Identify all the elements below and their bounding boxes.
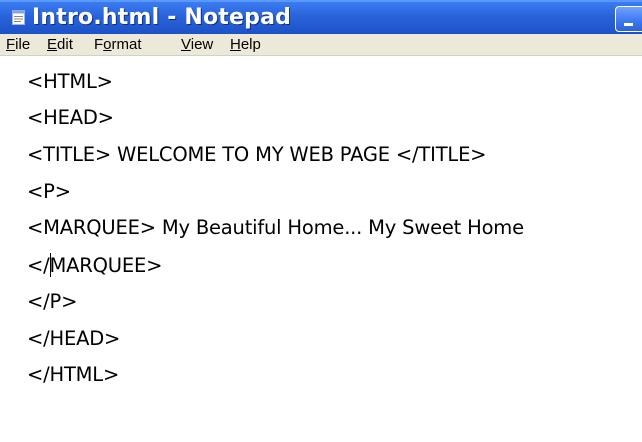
menu-help[interactable]: Help — [230, 36, 261, 53]
notepad-icon[interactable] — [12, 10, 25, 25]
title-bar[interactable]: Intro.html - Notepad — [0, 0, 642, 34]
menu-format-label-start: F — [94, 36, 104, 53]
code-line-3: <TITLE> WELCOME TO MY WEB PAGE </TITLE> — [27, 143, 487, 166]
code-line-4: <P> — [27, 180, 71, 203]
menu-edit-label: dit — [57, 36, 73, 53]
code-line-6-after-caret: MARQUEE> — [49, 254, 163, 277]
menu-format-label: rmat — [111, 36, 142, 53]
code-line-7: </P> — [27, 290, 78, 313]
window-title: Intro.html - Notepad — [32, 5, 292, 30]
code-line-9: </HTML> — [27, 363, 120, 386]
minimize-button[interactable] — [615, 6, 642, 32]
menu-edit[interactable]: Edit — [47, 36, 73, 53]
code-line-5: <MARQUEE> My Beautiful Home... My Sweet … — [27, 216, 524, 239]
minimize-icon — [624, 23, 633, 26]
code-line-2: <HEAD> — [27, 106, 114, 129]
menu-view[interactable]: View — [181, 36, 213, 53]
code-line-6: </MARQUEE> — [27, 253, 162, 277]
menu-help-label: elp — [240, 36, 261, 53]
menu-view-accelerator: V — [181, 36, 191, 53]
menu-bar: File Edit Format View Help — [0, 34, 642, 56]
menu-file[interactable]: File — [6, 36, 30, 53]
notepad-window: Intro.html - Notepad File Edit Format Vi… — [0, 0, 642, 442]
code-line-6-before-caret: </ — [27, 254, 50, 277]
menu-file-accelerator: F — [6, 36, 16, 53]
code-line-8: </HEAD> — [27, 327, 121, 350]
menu-help-accelerator: H — [230, 36, 241, 53]
menu-format[interactable]: Format — [94, 36, 142, 53]
code-line-1: <HTML> — [27, 70, 113, 93]
menu-format-accelerator: o — [103, 36, 112, 53]
menu-file-label: ile — [15, 36, 31, 53]
menu-view-label: iew — [190, 36, 214, 53]
text-editor[interactable]: <HTML> <HEAD> <TITLE> WELCOME TO MY WEB … — [0, 56, 642, 442]
menu-edit-accelerator: E — [47, 36, 58, 53]
